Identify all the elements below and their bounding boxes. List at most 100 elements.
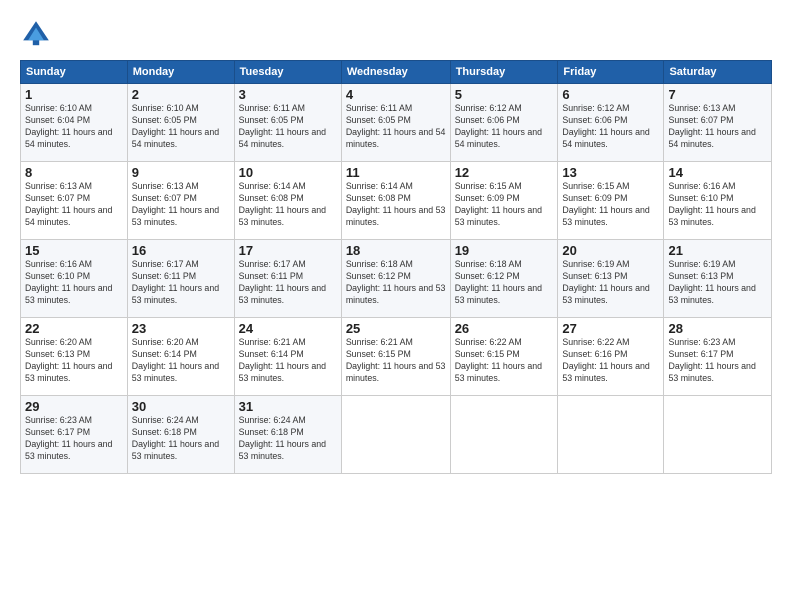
header-cell-sunday: Sunday bbox=[21, 61, 128, 84]
day-number: 6 bbox=[562, 87, 659, 102]
day-number: 8 bbox=[25, 165, 123, 180]
day-info: Sunrise: 6:14 AMSunset: 6:08 PMDaylight:… bbox=[239, 181, 337, 229]
day-number: 11 bbox=[346, 165, 446, 180]
calendar-body: 1Sunrise: 6:10 AMSunset: 6:04 PMDaylight… bbox=[21, 84, 772, 474]
day-cell: 13Sunrise: 6:15 AMSunset: 6:09 PMDayligh… bbox=[558, 162, 664, 240]
day-cell: 18Sunrise: 6:18 AMSunset: 6:12 PMDayligh… bbox=[341, 240, 450, 318]
day-number: 22 bbox=[25, 321, 123, 336]
day-info: Sunrise: 6:18 AMSunset: 6:12 PMDaylight:… bbox=[346, 259, 446, 307]
day-info: Sunrise: 6:24 AMSunset: 6:18 PMDaylight:… bbox=[132, 415, 230, 463]
day-info: Sunrise: 6:17 AMSunset: 6:11 PMDaylight:… bbox=[239, 259, 337, 307]
day-info: Sunrise: 6:24 AMSunset: 6:18 PMDaylight:… bbox=[239, 415, 337, 463]
logo bbox=[20, 18, 56, 50]
day-number: 4 bbox=[346, 87, 446, 102]
day-cell: 9Sunrise: 6:13 AMSunset: 6:07 PMDaylight… bbox=[127, 162, 234, 240]
day-number: 2 bbox=[132, 87, 230, 102]
day-info: Sunrise: 6:11 AMSunset: 6:05 PMDaylight:… bbox=[346, 103, 446, 151]
header bbox=[20, 18, 772, 50]
day-number: 26 bbox=[455, 321, 554, 336]
day-cell: 6Sunrise: 6:12 AMSunset: 6:06 PMDaylight… bbox=[558, 84, 664, 162]
day-cell: 17Sunrise: 6:17 AMSunset: 6:11 PMDayligh… bbox=[234, 240, 341, 318]
week-row-2: 8 Sunrise: 6:13 AMSunset: 6:07 PMDaylight… bbox=[21, 162, 772, 240]
day-number: 25 bbox=[346, 321, 446, 336]
calendar-header: SundayMondayTuesdayWednesdayThursdayFrid… bbox=[21, 61, 772, 84]
day-cell bbox=[664, 396, 772, 474]
page: SundayMondayTuesdayWednesdayThursdayFrid… bbox=[0, 0, 792, 484]
day-info: Sunrise: 6:20 AMSunset: 6:13 PMDaylight:… bbox=[25, 337, 123, 385]
day-number: 9 bbox=[132, 165, 230, 180]
day-info: Sunrise: 6:16 AMSunset: 6:10 PMDaylight:… bbox=[668, 181, 767, 229]
day-number: 30 bbox=[132, 399, 230, 414]
day-cell: 14Sunrise: 6:16 AMSunset: 6:10 PMDayligh… bbox=[664, 162, 772, 240]
day-cell: 27Sunrise: 6:22 AMSunset: 6:16 PMDayligh… bbox=[558, 318, 664, 396]
day-info: Sunrise: 6:22 AMSunset: 6:16 PMDaylight:… bbox=[562, 337, 659, 385]
day-info: Sunrise: 6:23 AMSunset: 6:17 PMDaylight:… bbox=[25, 415, 123, 463]
day-info: Sunrise: 6:14 AMSunset: 6:08 PMDaylight:… bbox=[346, 181, 446, 229]
day-number: 31 bbox=[239, 399, 337, 414]
day-cell: 7Sunrise: 6:13 AMSunset: 6:07 PMDaylight… bbox=[664, 84, 772, 162]
day-info: Sunrise: 6:19 AMSunset: 6:13 PMDaylight:… bbox=[562, 259, 659, 307]
day-number: 28 bbox=[668, 321, 767, 336]
day-number: 1 bbox=[25, 87, 123, 102]
day-cell bbox=[558, 396, 664, 474]
day-info: Sunrise: 6:13 AMSunset: 6:07 PMDaylight:… bbox=[132, 181, 230, 229]
day-info: Sunrise: 6:23 AMSunset: 6:17 PMDaylight:… bbox=[668, 337, 767, 385]
day-cell: 15Sunrise: 6:16 AMSunset: 6:10 PMDayligh… bbox=[21, 240, 128, 318]
day-cell: 24Sunrise: 6:21 AMSunset: 6:14 PMDayligh… bbox=[234, 318, 341, 396]
day-number: 7 bbox=[668, 87, 767, 102]
day-number: 14 bbox=[668, 165, 767, 180]
day-info: Sunrise: 6:15 AMSunset: 6:09 PMDaylight:… bbox=[455, 181, 554, 229]
day-info: Sunrise: 6:20 AMSunset: 6:14 PMDaylight:… bbox=[132, 337, 230, 385]
day-cell: 25Sunrise: 6:21 AMSunset: 6:15 PMDayligh… bbox=[341, 318, 450, 396]
header-cell-thursday: Thursday bbox=[450, 61, 558, 84]
day-number: 20 bbox=[562, 243, 659, 258]
day-cell bbox=[450, 396, 558, 474]
day-cell: 23Sunrise: 6:20 AMSunset: 6:14 PMDayligh… bbox=[127, 318, 234, 396]
day-cell: 5Sunrise: 6:12 AMSunset: 6:06 PMDaylight… bbox=[450, 84, 558, 162]
day-cell: 20Sunrise: 6:19 AMSunset: 6:13 PMDayligh… bbox=[558, 240, 664, 318]
day-number: 21 bbox=[668, 243, 767, 258]
day-info: Sunrise: 6:13 AMSunset: 6:07 PMDaylight:… bbox=[668, 103, 767, 151]
day-info: Sunrise: 6:10 AMSunset: 6:04 PMDaylight:… bbox=[25, 103, 123, 151]
day-number: 13 bbox=[562, 165, 659, 180]
day-number: 19 bbox=[455, 243, 554, 258]
day-number: 29 bbox=[25, 399, 123, 414]
day-cell: 4Sunrise: 6:11 AMSunset: 6:05 PMDaylight… bbox=[341, 84, 450, 162]
logo-icon bbox=[20, 18, 52, 50]
day-cell: 11Sunrise: 6:14 AMSunset: 6:08 PMDayligh… bbox=[341, 162, 450, 240]
day-info: Sunrise: 6:12 AMSunset: 6:06 PMDaylight:… bbox=[562, 103, 659, 151]
header-cell-wednesday: Wednesday bbox=[341, 61, 450, 84]
week-row-5: 29Sunrise: 6:23 AMSunset: 6:17 PMDayligh… bbox=[21, 396, 772, 474]
header-cell-saturday: Saturday bbox=[664, 61, 772, 84]
day-number: 18 bbox=[346, 243, 446, 258]
day-cell bbox=[341, 396, 450, 474]
day-number: 3 bbox=[239, 87, 337, 102]
day-info: Sunrise: 6:19 AMSunset: 6:13 PMDaylight:… bbox=[668, 259, 767, 307]
day-cell: 16Sunrise: 6:17 AMSunset: 6:11 PMDayligh… bbox=[127, 240, 234, 318]
day-number: 24 bbox=[239, 321, 337, 336]
day-cell: 26Sunrise: 6:22 AMSunset: 6:15 PMDayligh… bbox=[450, 318, 558, 396]
day-cell: 30Sunrise: 6:24 AMSunset: 6:18 PMDayligh… bbox=[127, 396, 234, 474]
day-info: Sunrise: 6:10 AMSunset: 6:05 PMDaylight:… bbox=[132, 103, 230, 151]
day-number: 12 bbox=[455, 165, 554, 180]
day-cell: 19Sunrise: 6:18 AMSunset: 6:12 PMDayligh… bbox=[450, 240, 558, 318]
day-number: 17 bbox=[239, 243, 337, 258]
day-info: Sunrise: 6:17 AMSunset: 6:11 PMDaylight:… bbox=[132, 259, 230, 307]
day-info: Sunrise: 6:22 AMSunset: 6:15 PMDaylight:… bbox=[455, 337, 554, 385]
header-cell-friday: Friday bbox=[558, 61, 664, 84]
day-cell: 2Sunrise: 6:10 AMSunset: 6:05 PMDaylight… bbox=[127, 84, 234, 162]
day-cell: 1Sunrise: 6:10 AMSunset: 6:04 PMDaylight… bbox=[21, 84, 128, 162]
day-number: 16 bbox=[132, 243, 230, 258]
header-cell-monday: Monday bbox=[127, 61, 234, 84]
day-info: Sunrise: 6:21 AMSunset: 6:15 PMDaylight:… bbox=[346, 337, 446, 385]
week-row-4: 22Sunrise: 6:20 AMSunset: 6:13 PMDayligh… bbox=[21, 318, 772, 396]
day-cell: 12Sunrise: 6:15 AMSunset: 6:09 PMDayligh… bbox=[450, 162, 558, 240]
day-cell: 29Sunrise: 6:23 AMSunset: 6:17 PMDayligh… bbox=[21, 396, 128, 474]
day-info: Sunrise: 6:15 AMSunset: 6:09 PMDaylight:… bbox=[562, 181, 659, 229]
day-info: Sunrise: 6:11 AMSunset: 6:05 PMDaylight:… bbox=[239, 103, 337, 151]
week-row-1: 1Sunrise: 6:10 AMSunset: 6:04 PMDaylight… bbox=[21, 84, 772, 162]
day-info: Sunrise: 6:16 AMSunset: 6:10 PMDaylight:… bbox=[25, 259, 123, 307]
day-cell: 31Sunrise: 6:24 AMSunset: 6:18 PMDayligh… bbox=[234, 396, 341, 474]
day-number: 10 bbox=[239, 165, 337, 180]
day-number: 15 bbox=[25, 243, 123, 258]
